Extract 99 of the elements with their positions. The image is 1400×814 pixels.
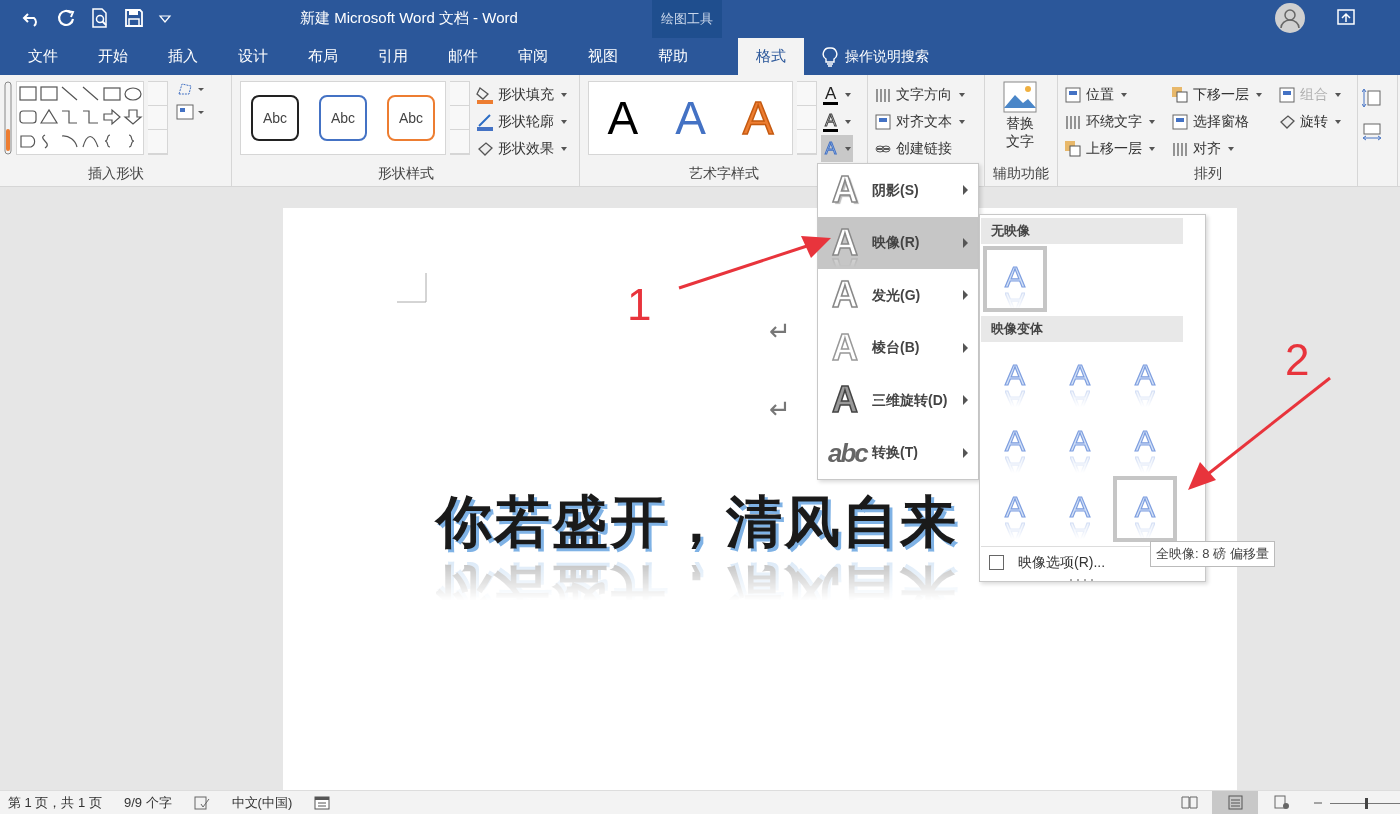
step-number: 2: [1285, 338, 1310, 382]
submenu-arrow-icon: [963, 395, 968, 406]
menu-item[interactable]: A 发光(G): [818, 269, 978, 322]
gallery-scroll-bar[interactable]: [450, 81, 470, 155]
group-label: 插入形状: [87, 165, 144, 181]
print-layout-button[interactable]: [1212, 790, 1258, 814]
alt-text-button[interactable]: 替换文字: [989, 81, 1051, 162]
wordart-preset[interactable]: A: [601, 94, 645, 142]
ribbon-command[interactable]: 旋转: [1276, 108, 1343, 135]
picture-icon: [1003, 81, 1037, 113]
menu-item[interactable]: A 阴影(S): [818, 164, 978, 217]
read-mode-icon: [1180, 794, 1198, 811]
shape-style-preset[interactable]: Abc: [251, 95, 299, 141]
text-box-icon[interactable]: [175, 104, 206, 120]
group-label: 艺术字样式: [688, 165, 759, 181]
ribbon-tab[interactable]: 设计: [218, 38, 288, 75]
layout-icon: [1171, 112, 1189, 131]
layers-icon: [1171, 85, 1189, 104]
ribbon-command[interactable]: 文字方向: [872, 81, 967, 108]
submenu-arrow-icon: [963, 237, 968, 248]
heading-text: 你若盛开，清风自来: [436, 489, 958, 555]
ribbon-command[interactable]: 形状效果: [474, 135, 569, 162]
slider-thumb[interactable]: [1365, 797, 1368, 809]
ribbon-command[interactable]: 选择窗格: [1169, 108, 1264, 135]
gallery-handle-icon[interactable]: [4, 81, 12, 155]
caret-icon: [845, 146, 852, 151]
group-label: 形状样式: [377, 165, 434, 181]
macro-icon[interactable]: [314, 795, 331, 810]
width-icon[interactable]: [1362, 122, 1382, 142]
window-title: 新建 Microsoft Word 文档 - Word: [300, 8, 518, 28]
text-fill-button[interactable]: A: [821, 81, 854, 108]
ribbon-command[interactable]: 环绕文字: [1062, 108, 1157, 135]
layout-icon: [874, 112, 892, 131]
section-header: 映像变体: [981, 316, 1183, 342]
proofing-icon[interactable]: [193, 795, 210, 810]
ribbon-command[interactable]: 对齐: [1169, 135, 1264, 162]
ribbon-command[interactable]: 形状轮廓: [474, 108, 569, 135]
margin-corner-icon: [397, 273, 427, 303]
ribbon-tab[interactable]: 引用: [358, 38, 428, 75]
submenu-arrow-icon: [963, 447, 968, 458]
tooltip: 全映像: 8 磅 偏移量: [1150, 541, 1275, 567]
ribbon-tab[interactable]: 开始: [78, 38, 148, 75]
ribbon-command[interactable]: 下移一层: [1169, 81, 1264, 108]
language-status[interactable]: 中文(中国): [231, 792, 293, 813]
layers-icon: [1064, 139, 1082, 158]
paint-bucket-icon: [476, 85, 494, 104]
caret-icon: [845, 119, 852, 124]
text-outline-button[interactable]: A: [821, 108, 854, 135]
lightbulb-icon[interactable]: [822, 46, 838, 67]
ribbon-command[interactable]: 上移一层: [1062, 135, 1157, 162]
height-icon[interactable]: [1362, 88, 1382, 108]
section-header: 无映像: [981, 218, 1183, 244]
resize-grip-icon[interactable]: [1070, 578, 1094, 582]
redo-icon[interactable]: [56, 8, 76, 28]
shape-style-preset[interactable]: Abc: [387, 95, 435, 141]
group-label: 排列: [1193, 165, 1222, 181]
ribbon-command[interactable]: 形状填充: [474, 81, 569, 108]
ribbon-command[interactable]: 对齐文本: [872, 108, 967, 135]
print-layout-icon: [1226, 794, 1244, 811]
submenu-arrow-icon: [963, 185, 968, 196]
gallery-scroll-bar[interactable]: [148, 81, 168, 155]
ribbon-tab[interactable]: 插入: [148, 38, 218, 75]
submenu-arrow-icon: [963, 290, 968, 301]
edit-shape-icon[interactable]: [175, 81, 206, 97]
pen-icon: [476, 112, 494, 131]
menu-item[interactable]: 映像选项(R)...: [1018, 552, 1106, 573]
menu-item[interactable]: A 棱台(B): [818, 321, 978, 374]
print-preview-icon[interactable]: [90, 8, 110, 28]
submenu-arrow-icon: [963, 342, 968, 353]
checkbox[interactable]: [989, 555, 1004, 570]
menu-item[interactable]: A 三维旋转(D): [818, 374, 978, 427]
ribbon-tab[interactable]: 帮助: [638, 38, 708, 75]
layout-icon: [1278, 85, 1296, 104]
ribbon-tab[interactable]: 邮件: [428, 38, 498, 75]
ribbon-display-icon[interactable]: [1337, 9, 1355, 25]
paragraph-mark: ↵: [769, 318, 791, 344]
avatar-icon[interactable]: [1275, 3, 1305, 33]
save-icon[interactable]: [124, 8, 144, 28]
web-layout-icon: [1272, 794, 1290, 811]
tell-me-search[interactable]: 操作说明搜索: [845, 46, 929, 67]
paragraph-mark: ↵: [769, 396, 791, 422]
wordart-preset[interactable]: A: [669, 94, 712, 142]
ribbon-command[interactable]: 位置: [1062, 81, 1157, 108]
ribbon-tab[interactable]: 审阅: [498, 38, 568, 75]
step-number: 1: [627, 283, 652, 327]
group-label: 辅助功能: [993, 165, 1049, 181]
ribbon-tab[interactable]: 视图: [568, 38, 638, 75]
shape-style-preset[interactable]: Abc: [319, 95, 367, 141]
layout-icon: [1064, 85, 1082, 104]
page-count: 第 1 页，共 1 页: [8, 793, 102, 812]
word-count: 9/9 个字: [123, 793, 172, 812]
ribbon-tab[interactable]: 布局: [288, 38, 358, 75]
menu-item[interactable]: A 映像(R): [818, 216, 978, 269]
ribbon-command[interactable]: 创建链接: [872, 135, 967, 162]
ribbon-tab[interactable]: 文件: [8, 38, 78, 75]
caret-icon: [845, 92, 852, 97]
ribbon-tab[interactable]: 格式: [738, 38, 804, 75]
gallery-scroll-bar[interactable]: [797, 81, 817, 155]
context-tab-label: 绘图工具: [652, 0, 722, 38]
